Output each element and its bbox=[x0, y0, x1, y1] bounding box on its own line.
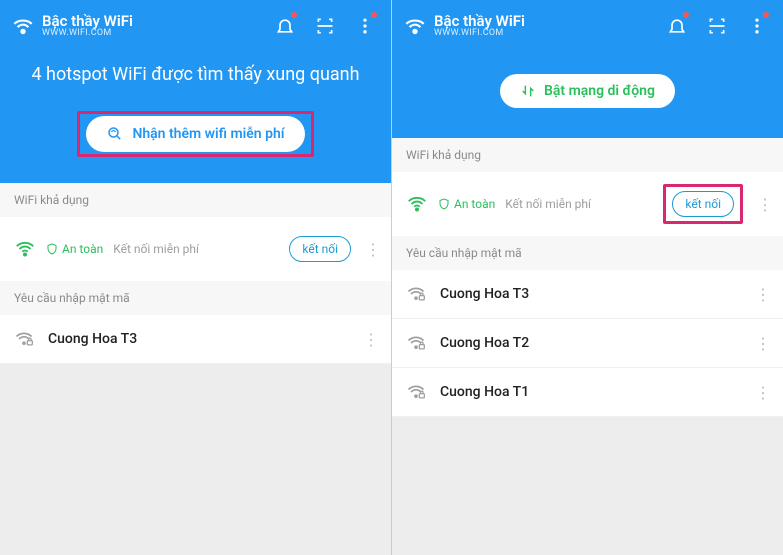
item-more-button[interactable]: ⋮ bbox=[751, 383, 775, 402]
notifications-button[interactable] bbox=[661, 10, 693, 42]
password-list: Cuong Hoa T3 ⋮ Cuong Hoa T2 ⋮ Cuong Hoa … bbox=[392, 270, 783, 555]
brand: Bậc thầy WiFi WWW.WIFI.COM bbox=[402, 13, 653, 39]
wifi-tags: An toàn Kết nối miễn phí bbox=[46, 242, 279, 256]
more-menu-button[interactable] bbox=[741, 10, 773, 42]
free-tag: Kết nối miễn phí bbox=[113, 242, 199, 256]
phone-right: Bậc thầy WiFi WWW.WIFI.COM bbox=[392, 0, 783, 555]
wifi-signal-icon bbox=[406, 193, 428, 215]
header: Bậc thầy WiFi WWW.WIFI.COM bbox=[392, 0, 783, 138]
safe-tag: An toàn bbox=[438, 197, 495, 211]
enable-mobile-data-button[interactable]: Bật mạng di động bbox=[500, 74, 675, 108]
item-more-button[interactable]: ⋮ bbox=[751, 334, 775, 353]
connect-button[interactable]: kết nối bbox=[289, 236, 351, 262]
notifications-button[interactable] bbox=[269, 10, 301, 42]
shield-icon bbox=[438, 198, 450, 210]
free-tag: Kết nối miễn phí bbox=[505, 197, 591, 211]
app-title: Bậc thầy WiFi bbox=[42, 13, 133, 30]
wifi-tags: An toàn Kết nối miễn phí bbox=[438, 197, 653, 211]
get-more-wifi-button[interactable]: Nhận thêm wifi miễn phí bbox=[86, 116, 304, 152]
brand: Bậc thầy WiFi WWW.WIFI.COM bbox=[10, 13, 261, 39]
item-more-button[interactable]: ⋮ bbox=[753, 195, 777, 214]
mobile-data-icon bbox=[520, 83, 536, 99]
more-menu-button[interactable] bbox=[349, 10, 381, 42]
item-more-button[interactable]: ⋮ bbox=[361, 240, 385, 259]
password-required-label: Yêu cầu nhập mật mã bbox=[0, 281, 391, 315]
app-title: Bậc thầy WiFi bbox=[434, 13, 525, 30]
wifi-lock-icon bbox=[406, 382, 426, 402]
available-wifi-label: WiFi khả dụng bbox=[392, 138, 783, 172]
cta-label: Bật mạng di động bbox=[544, 83, 655, 99]
scan-button[interactable] bbox=[701, 10, 733, 42]
hero: Bật mạng di động bbox=[402, 46, 773, 138]
wifi-item[interactable]: An toàn Kết nối miễn phí kết nối ⋮ bbox=[392, 172, 783, 236]
phone-left: Bậc thầy WiFi WWW.WIFI.COM 4 hotspot WiF… bbox=[0, 0, 392, 555]
body: WiFi khả dụng An toàn Kết nối miễn phí k bbox=[392, 138, 783, 555]
highlight-box: kết nối bbox=[663, 184, 743, 224]
app-subtitle: WWW.WIFI.COM bbox=[434, 29, 525, 39]
wifi-logo-icon bbox=[10, 13, 36, 39]
topbar: Bậc thầy WiFi WWW.WIFI.COM bbox=[402, 6, 773, 46]
wifi-name: Cuong Hoa T1 bbox=[440, 384, 737, 400]
available-wifi-label: WiFi khả dụng bbox=[0, 183, 391, 217]
highlight-box: Nhận thêm wifi miễn phí bbox=[77, 111, 313, 157]
shield-icon bbox=[46, 243, 58, 255]
safe-tag: An toàn bbox=[46, 242, 103, 256]
menu-dot-icon bbox=[763, 12, 769, 18]
wifi-row[interactable]: Cuong Hoa T3 ⋮ bbox=[392, 270, 783, 319]
hero-title: 4 hotspot WiFi được tìm thấy xung quanh bbox=[10, 46, 381, 111]
wifi-lock-icon bbox=[406, 333, 426, 353]
body: WiFi khả dụng An toàn Kết nối miễn phí k… bbox=[0, 183, 391, 555]
menu-dot-icon bbox=[371, 12, 377, 18]
wifi-row[interactable]: Cuong Hoa T2 ⋮ bbox=[392, 319, 783, 368]
wifi-row[interactable]: Cuong Hoa T1 ⋮ bbox=[392, 368, 783, 417]
hero: 4 hotspot WiFi được tìm thấy xung quanh … bbox=[10, 46, 381, 183]
connect-button[interactable]: kết nối bbox=[672, 191, 734, 217]
cta-label: Nhận thêm wifi miễn phí bbox=[132, 126, 284, 142]
password-required-label: Yêu cầu nhập mật mã bbox=[392, 236, 783, 270]
search-wifi-icon bbox=[106, 125, 124, 143]
item-more-button[interactable]: ⋮ bbox=[359, 330, 383, 349]
wifi-lock-icon bbox=[406, 284, 426, 304]
wifi-name: Cuong Hoa T3 bbox=[48, 331, 345, 347]
notification-dot-icon bbox=[683, 12, 689, 18]
wifi-lock-icon bbox=[14, 329, 34, 349]
wifi-item[interactable]: An toàn Kết nối miễn phí kết nối ⋮ bbox=[0, 217, 391, 281]
notification-dot-icon bbox=[291, 12, 297, 18]
header: Bậc thầy WiFi WWW.WIFI.COM 4 hotspot WiF… bbox=[0, 0, 391, 183]
app-subtitle: WWW.WIFI.COM bbox=[42, 29, 133, 39]
wifi-name: Cuong Hoa T2 bbox=[440, 335, 737, 351]
scan-button[interactable] bbox=[309, 10, 341, 42]
topbar: Bậc thầy WiFi WWW.WIFI.COM bbox=[10, 6, 381, 46]
wifi-signal-icon bbox=[14, 238, 36, 260]
wifi-name: Cuong Hoa T3 bbox=[440, 286, 737, 302]
password-list: Cuong Hoa T3 ⋮ bbox=[0, 315, 391, 555]
wifi-row[interactable]: Cuong Hoa T3 ⋮ bbox=[0, 315, 391, 364]
wifi-logo-icon bbox=[402, 13, 428, 39]
item-more-button[interactable]: ⋮ bbox=[751, 285, 775, 304]
